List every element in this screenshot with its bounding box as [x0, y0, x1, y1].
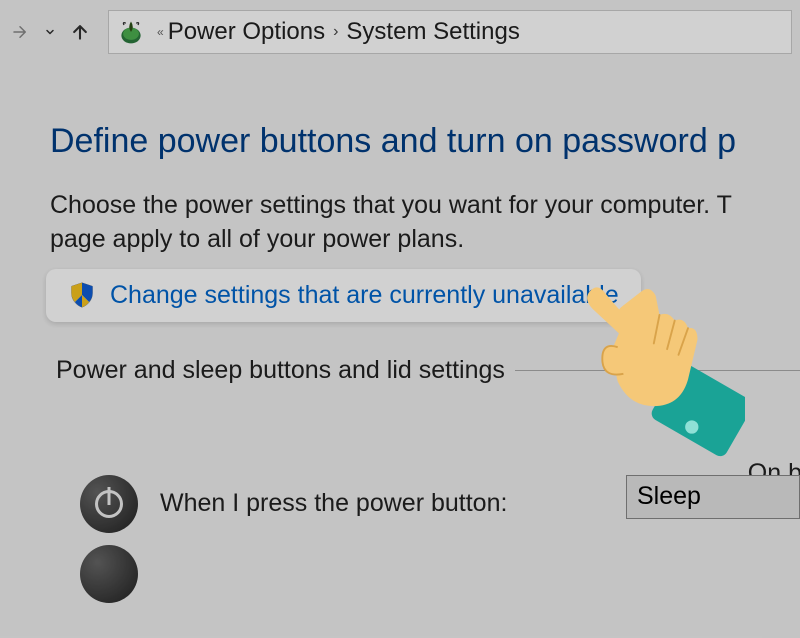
history-dropdown-icon[interactable] — [38, 20, 62, 44]
description-line-1: Choose the power settings that you want … — [50, 191, 732, 219]
address-breadcrumb[interactable]: « Power Options › System Settings — [108, 10, 792, 54]
description-line-2: page apply to all of your power plans. — [50, 225, 464, 253]
pointing-hand-annotation-icon — [555, 275, 745, 465]
breadcrumb-current[interactable]: System Settings — [346, 18, 519, 46]
change-unavailable-settings-text: Change settings that are currently unava… — [110, 281, 619, 310]
sleep-button-icon — [80, 545, 138, 603]
section-heading: Power and sleep buttons and lid settings — [50, 356, 505, 385]
up-arrow-icon[interactable] — [68, 20, 92, 44]
power-button-action-value: Sleep — [637, 482, 701, 511]
power-button-icon — [80, 475, 138, 533]
control-panel-icon — [117, 18, 145, 46]
breadcrumb-parent[interactable]: Power Options — [168, 18, 325, 46]
power-button-label: When I press the power button: — [160, 489, 507, 518]
change-unavailable-settings-link[interactable]: Change settings that are currently unava… — [46, 269, 641, 322]
power-button-row: When I press the power button: Sleep — [50, 475, 800, 533]
uac-shield-icon — [68, 281, 96, 309]
page-description: Choose the power settings that you want … — [50, 189, 800, 257]
breadcrumb-separator-icon: › — [333, 23, 338, 41]
breadcrumb-root-chevron-icon: « — [157, 25, 164, 39]
power-button-action-dropdown[interactable]: Sleep — [626, 475, 800, 519]
navigation-bar: « Power Options › System Settings — [0, 0, 800, 62]
page-title: Define power buttons and turn on passwor… — [50, 122, 800, 161]
forward-arrow-icon[interactable] — [8, 20, 32, 44]
